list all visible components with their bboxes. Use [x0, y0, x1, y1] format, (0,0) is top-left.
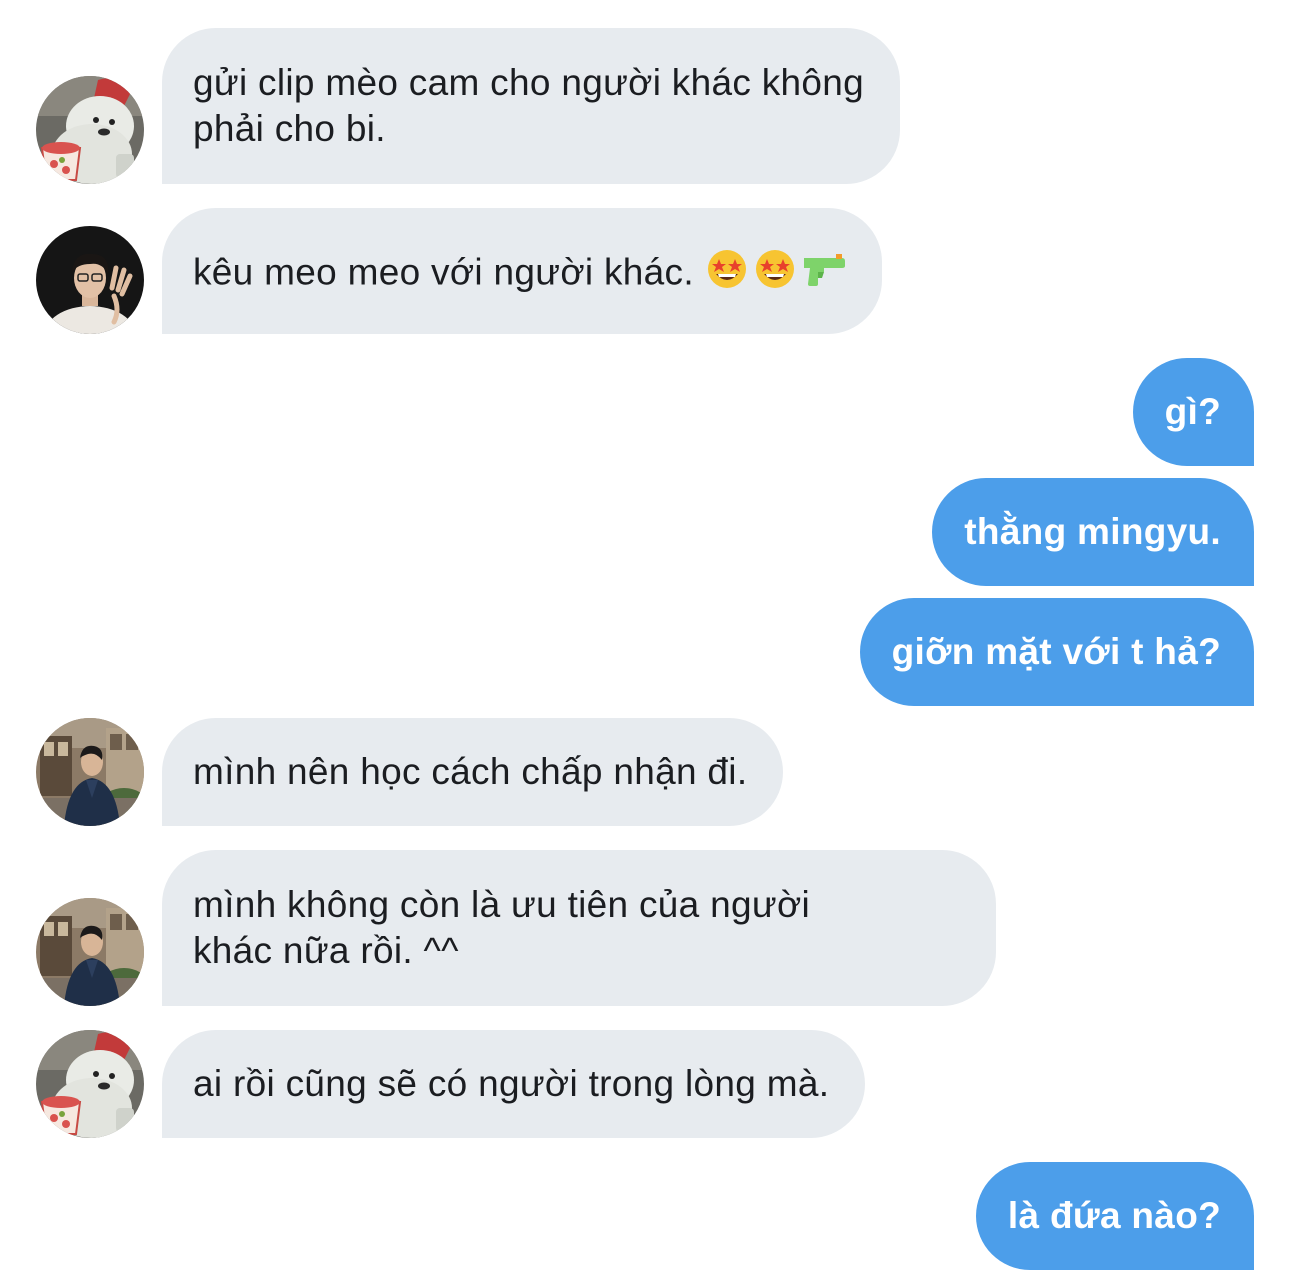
message-bubble-incoming[interactable]: mình không còn là ưu tiên của người khác…	[162, 850, 996, 1006]
message-bubble-outgoing[interactable]: gì?	[1132, 358, 1254, 466]
star-struck-emoji	[754, 248, 796, 301]
message-text: khác nữa rồi. ^^	[193, 930, 459, 971]
message-bubble-outgoing[interactable]: là đứa nào?	[975, 1162, 1254, 1270]
message-row: kêu meo meo với người khác.	[0, 208, 1290, 334]
sticker-bear-icon[interactable]	[36, 76, 144, 184]
message-bubble-incoming[interactable]: gửi clip mèo cam cho người khác không ph…	[162, 28, 901, 184]
message-bubble-outgoing[interactable]: thằng mingyu.	[932, 478, 1254, 586]
message-row: mình không còn là ưu tiên của người khác…	[0, 850, 1290, 1006]
message-row: gì?	[0, 358, 1290, 466]
message-text: gửi clip mèo cam cho người khác không	[193, 62, 865, 103]
message-row: thằng mingyu.	[0, 478, 1290, 586]
message-row: giỡn mặt với t hả?	[0, 598, 1290, 706]
person-street-photo[interactable]	[36, 718, 144, 826]
message-bubble-incoming[interactable]: ai rồi cũng sẽ có người trong lòng mà.	[162, 1030, 866, 1138]
message-text: mình nên học cách chấp nhận đi.	[193, 751, 748, 792]
message-text: mình không còn là ưu tiên của người	[193, 884, 811, 925]
message-text: giỡn mặt với t hả?	[891, 631, 1221, 672]
chat-thread: gửi clip mèo cam cho người khác không ph…	[0, 0, 1290, 1281]
message-text: thằng mingyu.	[964, 511, 1221, 552]
water-pistol-emoji	[802, 248, 846, 301]
person-street-photo[interactable]	[36, 898, 144, 1006]
message-text: gì?	[1164, 391, 1221, 432]
message-text: phải cho bi.	[193, 108, 386, 149]
message-text: ai rồi cũng sẽ có người trong lòng mà.	[193, 1063, 830, 1104]
message-row: là đứa nào?	[0, 1162, 1290, 1270]
message-row: gửi clip mèo cam cho người khác không ph…	[0, 28, 1290, 184]
sticker-bear-icon[interactable]	[36, 1030, 144, 1138]
star-struck-emoji	[706, 248, 748, 301]
message-bubble-incoming[interactable]: mình nên học cách chấp nhận đi.	[162, 718, 784, 826]
message-bubble-outgoing[interactable]: giỡn mặt với t hả?	[859, 598, 1254, 706]
message-text: kêu meo meo với người khác.	[193, 248, 846, 301]
message-bubble-incoming[interactable]: kêu meo meo với người khác.	[162, 208, 882, 334]
message-row: mình nên học cách chấp nhận đi.	[0, 718, 1290, 826]
message-row: ai rồi cũng sẽ có người trong lòng mà.	[0, 1030, 1290, 1138]
person-hand-photo[interactable]	[36, 226, 144, 334]
message-text: là đứa nào?	[1007, 1195, 1221, 1236]
